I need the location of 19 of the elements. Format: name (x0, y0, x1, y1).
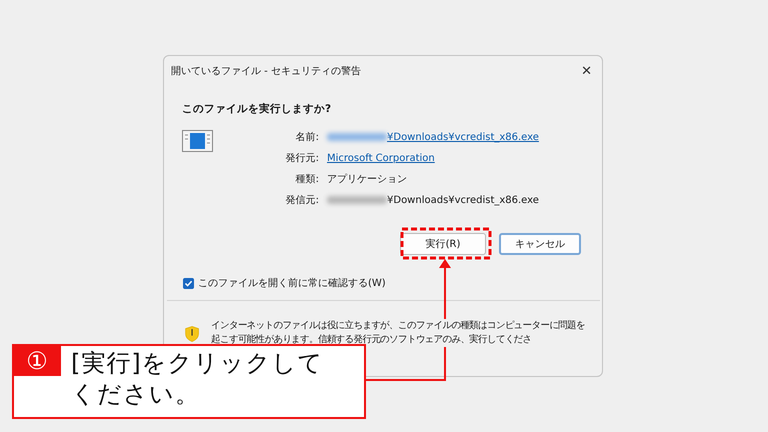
field-label: 発信元: (284, 194, 319, 207)
field-label: 種類: (294, 172, 319, 186)
application-icon (182, 130, 213, 152)
window-title: 開いているファイル - セキュリティの警告 (171, 64, 361, 78)
dialog-button[interactable]: キャンセル (499, 233, 581, 255)
field-label: 発行元: (284, 152, 319, 165)
warning-text: インターネットのファイルは役に立ちますが、このファイルの種類はコンピューターに問題を起こす可能性があります。信頼する発行元のソフトウェアのみ、実行してくださ (211, 319, 588, 347)
dialog-button[interactable]: 実行(R) (400, 233, 486, 255)
field-value: ¥Downloads¥vcredist_x86.exe (387, 194, 539, 206)
field-link[interactable]: ¥Downloads¥vcredist_x86.exe (387, 132, 539, 142)
field-link[interactable]: Microsoft Corporation (327, 152, 435, 164)
checkbox-label[interactable]: このファイルを開く前に常に確認する(W) (198, 276, 386, 290)
question-text: このファイルを実行しますか? (182, 102, 332, 116)
field-label: 名前: (294, 131, 319, 144)
instruction-text: [実行]をクリックしてください。 (71, 348, 325, 410)
close-button[interactable]: ✕ (579, 64, 594, 78)
step-number: ① (13, 345, 61, 376)
field-value: アプリケーション (327, 172, 407, 186)
checkbox[interactable] (183, 278, 194, 288)
